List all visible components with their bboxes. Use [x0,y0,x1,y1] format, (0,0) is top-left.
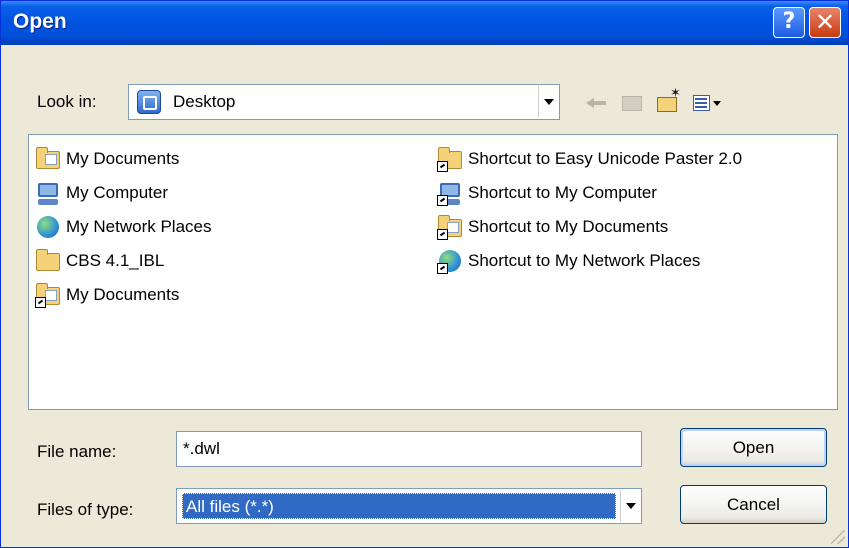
file-type-value: All files (*.*) [186,497,274,516]
look-in-value: Desktop [173,92,236,111]
look-in-dropdown[interactable]: Desktop [128,84,560,120]
file-type-selection: All files (*.*) [182,493,616,519]
list-item-label: My Network Places [66,217,212,236]
list-item-label: My Computer [66,183,169,202]
list-item-label: Shortcut to Easy Unicode Paster 2.0 [468,149,743,168]
dialog-title: Open [13,10,67,33]
file-name-input[interactable]: *.dwl [176,431,642,467]
file-list[interactable]: My Documents My Computer My Network Plac… [28,134,838,410]
open-button[interactable]: Open [680,428,827,467]
view-menu-icon[interactable] [691,89,727,115]
cancel-button[interactable]: Cancel [680,485,827,524]
network-shortcut-icon [437,248,465,274]
title-bar[interactable]: Open ? ✕ [1,1,848,45]
close-button[interactable]: ✕ [809,7,841,38]
create-new-folder-icon[interactable] [655,85,683,115]
desktop-icon [137,90,161,114]
list-item-label: My Documents [66,285,180,304]
list-item-label: Shortcut to My Network Places [468,251,701,270]
chevron-down-icon[interactable] [620,490,640,522]
resize-grip-icon[interactable] [831,530,845,544]
documents-shortcut-icon [437,214,465,240]
list-item-label: My Documents [66,149,180,168]
network-places-icon [35,214,63,240]
list-item-label: Shortcut to My Computer [468,183,657,202]
file-name-value: *.dwl [183,439,220,458]
folder-icon [35,248,63,274]
file-type-label: Files of type: [37,500,134,519]
my-computer-icon [35,180,63,206]
my-documents-icon [35,146,63,172]
file-type-dropdown[interactable]: All files (*.*) [176,488,642,524]
up-one-level-icon[interactable] [619,89,647,115]
chevron-down-icon[interactable] [538,86,558,118]
file-name-label: File name: [37,442,117,461]
back-arrow-icon[interactable] [583,89,611,115]
my-documents-shortcut-icon [35,282,63,308]
open-dialog: Open ? ✕ Look in: Desktop My Documents M… [0,0,849,548]
look-in-label: Look in: [37,92,97,111]
folder-shortcut-icon [437,146,465,172]
help-button[interactable]: ? [773,7,805,38]
list-item-label: Shortcut to My Documents [468,217,669,236]
list-item-label: CBS 4.1_IBL [66,251,165,270]
computer-shortcut-icon [437,180,465,206]
